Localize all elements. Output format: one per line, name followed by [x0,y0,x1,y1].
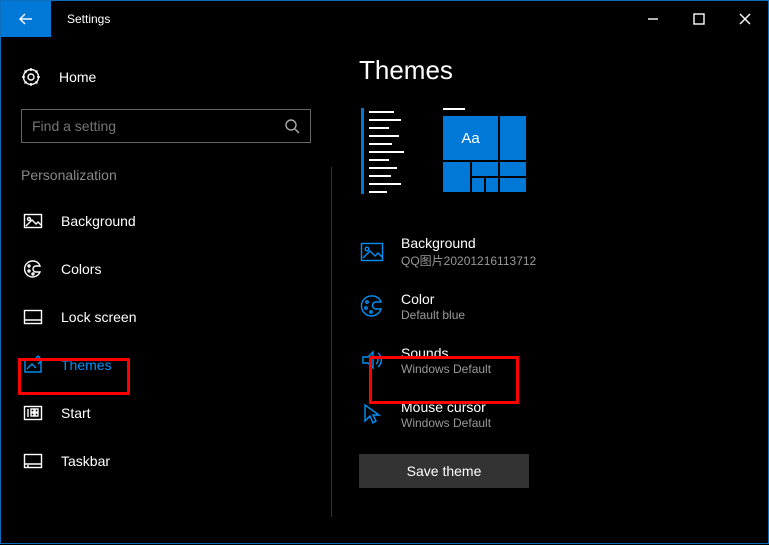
minimize-button[interactable] [630,1,676,37]
sidebar-item-taskbar[interactable]: Taskbar [21,441,331,481]
setting-title: Mouse cursor [401,399,491,415]
sidebar-item-label: Background [61,213,136,229]
setting-color[interactable]: Color Default blue [359,282,748,330]
setting-sounds[interactable]: Sounds Windows Default [359,336,748,384]
close-icon [739,13,751,25]
themes-icon [24,356,42,374]
window-title: Settings [67,12,110,26]
sidebar-item-label: Lock screen [61,309,136,325]
preview-tile-label: Aa [443,116,498,160]
minimize-icon [647,13,659,25]
sidebar-item-background[interactable]: Background [21,201,331,241]
setting-background[interactable]: Background QQ图片20201216113712 [359,228,748,276]
maximize-icon [693,13,705,25]
maximize-button[interactable] [676,1,722,37]
sidebar-item-label: Colors [61,261,101,277]
lockscreen-icon [24,310,42,324]
sidebar-item-label: Themes [61,357,112,373]
sidebar-item-themes[interactable]: Themes [21,345,331,385]
setting-sub: QQ图片20201216113712 [401,252,536,269]
picture-icon [361,243,383,261]
palette-icon [361,295,383,317]
setting-sub: Windows Default [401,416,491,430]
search-box[interactable] [21,109,311,143]
sidebar-item-label: Taskbar [61,453,110,469]
section-header: Personalization [21,167,331,183]
vertical-divider [331,167,332,517]
speaker-icon [361,349,383,371]
home-label: Home [59,69,96,85]
sidebar-item-colors[interactable]: Colors [21,249,331,289]
sidebar-item-lockscreen[interactable]: Lock screen [21,297,331,337]
setting-mouse[interactable]: Mouse cursor Windows Default [359,390,748,438]
page-title: Themes [359,55,748,86]
back-button[interactable] [1,1,51,37]
setting-title: Color [401,291,465,307]
gear-icon [22,68,40,86]
search-input[interactable] [32,118,284,134]
palette-icon [24,260,42,278]
sidebar-item-label: Start [61,405,91,421]
search-icon [284,118,300,134]
theme-preview-desktop [359,108,429,194]
start-icon [24,406,42,420]
setting-sub: Windows Default [401,362,491,376]
save-theme-button[interactable]: Save theme [359,454,529,488]
close-button[interactable] [722,1,768,37]
cursor-icon [361,403,383,425]
sidebar-item-start[interactable]: Start [21,393,331,433]
picture-icon [24,214,42,228]
taskbar-icon [24,454,42,468]
setting-title: Sounds [401,345,491,361]
arrow-left-icon [17,10,35,28]
setting-title: Background [401,235,536,251]
home-link[interactable]: Home [21,57,331,97]
theme-preview-tiles: Aa [443,108,528,194]
setting-sub: Default blue [401,308,465,322]
